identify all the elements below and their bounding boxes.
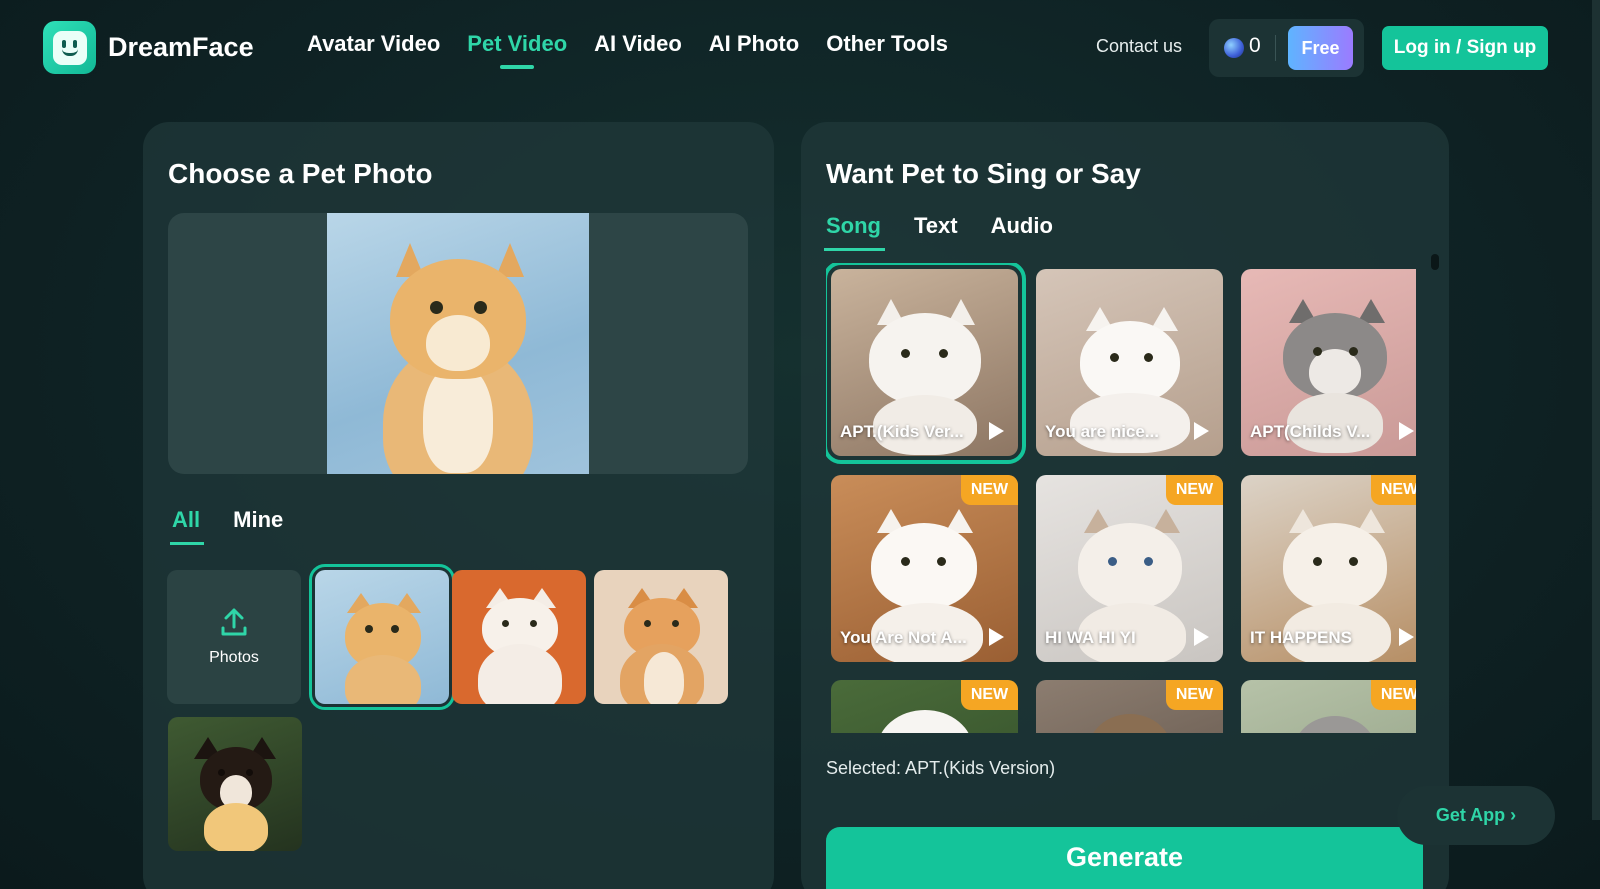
- photo-tabs: All Mine: [169, 507, 283, 545]
- scrollbar[interactable]: [1431, 254, 1439, 270]
- new-badge: NEW: [1166, 680, 1223, 710]
- panel-title: Choose a Pet Photo: [168, 158, 433, 189]
- photo-preview: [168, 213, 748, 474]
- song-title: IT HAPPENS: [1250, 628, 1353, 647]
- song-grid: APT.(Kids Ver... You are nice... APT(Chi…: [826, 263, 1416, 733]
- song-card[interactable]: NEW HI WA HI YI: [1036, 475, 1223, 662]
- free-button[interactable]: Free: [1288, 26, 1353, 70]
- song-title: You Are Not A...: [840, 628, 967, 647]
- song-card[interactable]: NEW: [831, 680, 1018, 733]
- song-card[interactable]: NEW IT HAPPENS: [1241, 475, 1416, 662]
- new-badge: NEW: [1371, 680, 1416, 710]
- coin-icon: [1224, 38, 1244, 58]
- nav-ai-photo[interactable]: AI Photo: [709, 31, 799, 57]
- song-card[interactable]: APT.(Kids Ver...: [826, 263, 1026, 464]
- panel-title: Want Pet to Sing or Say: [826, 158, 1141, 189]
- nav-other-tools[interactable]: Other Tools: [826, 31, 948, 57]
- pet-photo-panel: Choose a Pet Photo All Mine Photos: [143, 122, 774, 889]
- nav-pet-video[interactable]: Pet Video: [467, 31, 567, 57]
- selected-song-text: Selected: APT.(Kids Version): [826, 758, 1056, 778]
- tab-audio[interactable]: Audio: [991, 213, 1053, 239]
- pet-thumb-orange-cat[interactable]: [309, 564, 455, 710]
- song-card[interactable]: NEW: [1036, 680, 1223, 733]
- tab-all[interactable]: All: [169, 507, 205, 545]
- song-title: You are nice...: [1045, 422, 1160, 441]
- logo[interactable]: DreamFace: [43, 21, 254, 74]
- song-card[interactable]: NEW You Are Not A...: [831, 475, 1018, 662]
- play-icon[interactable]: [1399, 628, 1414, 646]
- pet-thumb-white-cat[interactable]: [452, 570, 586, 704]
- preview-cat-image: [327, 213, 589, 474]
- song-title: HI WA HI YI: [1045, 628, 1136, 647]
- song-title: APT.(Kids Ver...: [840, 422, 964, 441]
- new-badge: NEW: [1166, 475, 1223, 505]
- pet-thumb-puppy[interactable]: [168, 717, 302, 851]
- credits-box: 0 Free: [1209, 19, 1364, 77]
- page-scrollbar[interactable]: [1592, 0, 1600, 820]
- new-badge: NEW: [961, 475, 1018, 505]
- song-panel: Want Pet to Sing or Say Song Text Audio …: [801, 122, 1449, 889]
- upload-icon: [220, 607, 248, 637]
- generate-button[interactable]: Generate: [826, 827, 1423, 889]
- new-badge: NEW: [1371, 475, 1416, 505]
- tab-song[interactable]: Song: [824, 213, 885, 251]
- nav-ai-video[interactable]: AI Video: [594, 31, 682, 57]
- song-card[interactable]: APT(Childs V...: [1241, 269, 1416, 456]
- dreamface-logo-icon: [43, 21, 96, 74]
- song-title: APT(Childs V...: [1250, 422, 1371, 441]
- login-signup-button[interactable]: Log in / Sign up: [1382, 26, 1548, 70]
- play-icon[interactable]: [1399, 422, 1414, 440]
- upload-photo-button[interactable]: Photos: [167, 570, 301, 704]
- play-icon[interactable]: [1194, 628, 1209, 646]
- credit-count: 0: [1249, 34, 1261, 57]
- play-icon[interactable]: [989, 628, 1004, 646]
- logo-text: DreamFace: [108, 32, 254, 62]
- song-card[interactable]: You are nice...: [1036, 269, 1223, 456]
- tab-text[interactable]: Text: [914, 213, 958, 239]
- divider: [1275, 35, 1276, 61]
- contact-us-link[interactable]: Contact us: [1096, 36, 1182, 57]
- top-header: DreamFace Avatar Video Pet Video AI Vide…: [0, 0, 1600, 94]
- play-icon[interactable]: [1194, 422, 1209, 440]
- new-badge: NEW: [961, 680, 1018, 710]
- upload-label: Photos: [209, 649, 259, 666]
- play-icon[interactable]: [989, 422, 1004, 440]
- get-app-button[interactable]: Get App ›: [1397, 786, 1555, 845]
- content-tabs: Song Text Audio: [824, 213, 1053, 251]
- song-card[interactable]: NEW: [1241, 680, 1416, 733]
- tab-mine[interactable]: Mine: [233, 507, 283, 533]
- main-nav: Avatar Video Pet Video AI Video AI Photo…: [307, 31, 948, 57]
- pet-thumb-tabby-cat[interactable]: [594, 570, 728, 704]
- nav-avatar-video[interactable]: Avatar Video: [307, 31, 440, 57]
